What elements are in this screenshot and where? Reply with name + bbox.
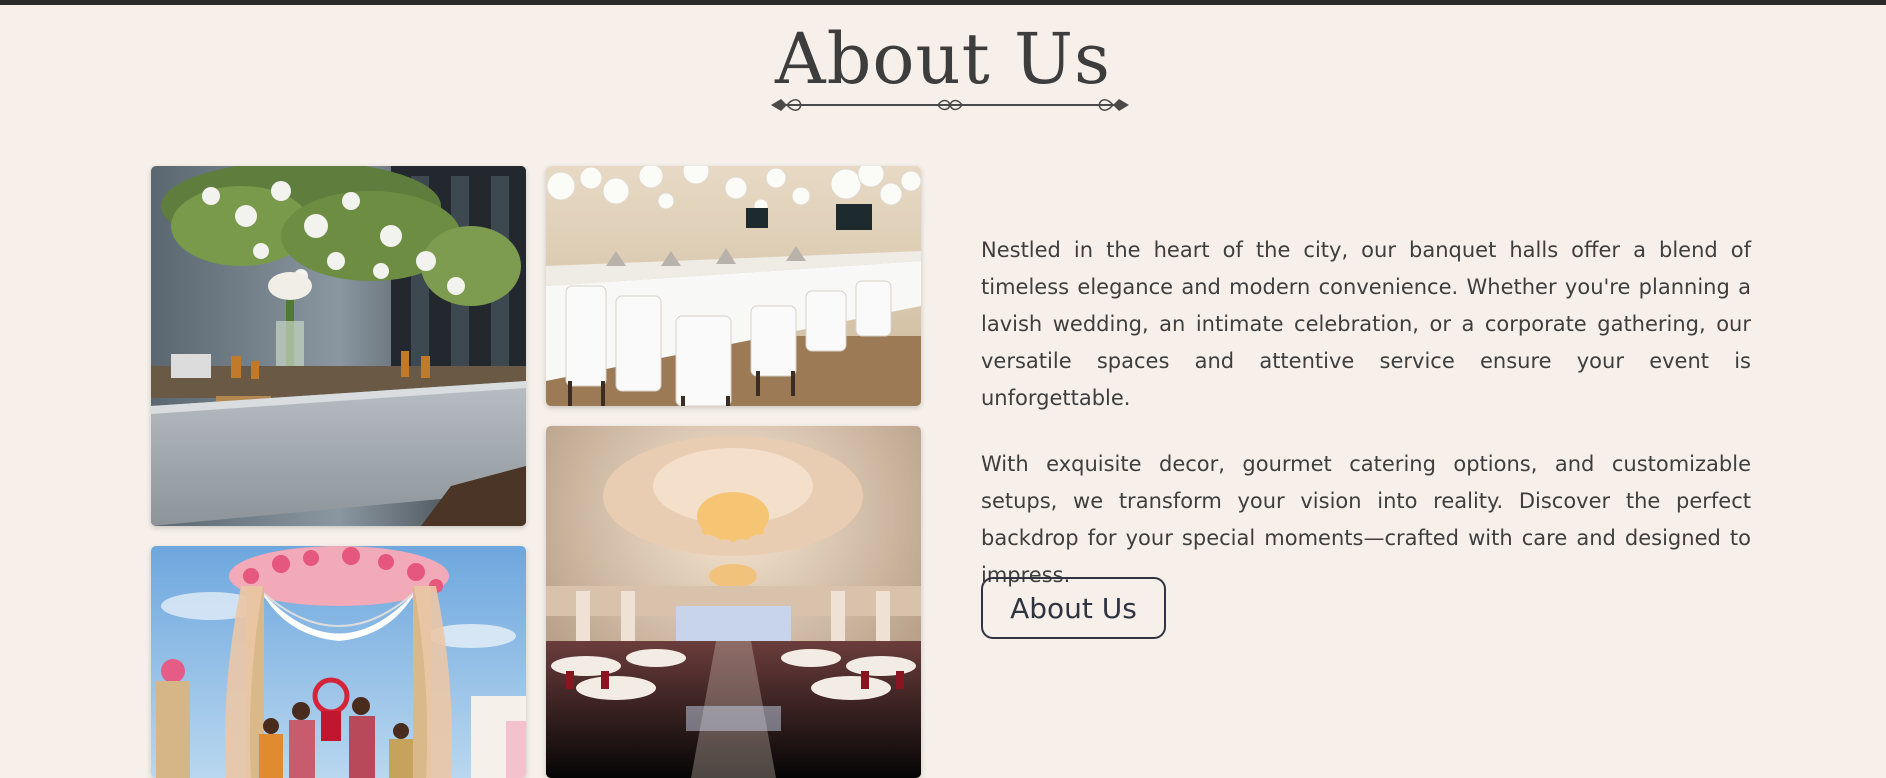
title-divider-ornament xyxy=(771,99,1129,111)
section-title: About Us xyxy=(775,18,1111,100)
mandap-photo xyxy=(151,546,526,778)
about-description: Nestled in the heart of the city, our ba… xyxy=(981,232,1751,623)
about-paragraph-2: With exquisite decor, gourmet catering o… xyxy=(981,452,1751,587)
tables-photo xyxy=(546,166,921,406)
buffet-photo xyxy=(151,166,526,526)
top-bar xyxy=(0,0,1886,5)
about-paragraph-1: Nestled in the heart of the city, our ba… xyxy=(981,238,1751,410)
about-us-button[interactable]: About Us xyxy=(981,577,1166,639)
ballroom-photo xyxy=(546,426,921,778)
